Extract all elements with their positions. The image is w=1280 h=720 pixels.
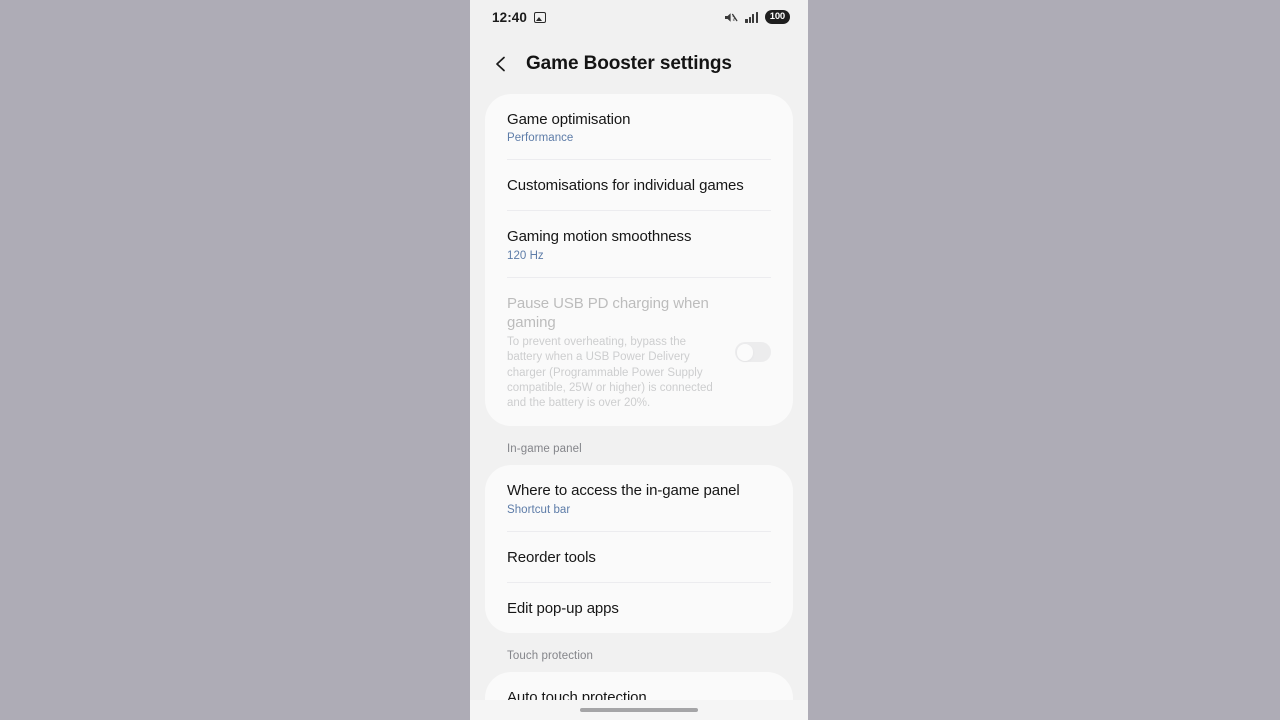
settings-card-in-game-panel: Where to access the in-game panel Shortc… xyxy=(485,465,793,633)
status-bar-left: 12:40 xyxy=(492,9,547,25)
toggle-knob xyxy=(736,344,754,361)
settings-row-where-to-access-panel[interactable]: Where to access the in-game panel Shortc… xyxy=(485,465,793,530)
row-subtitle: Performance xyxy=(507,132,574,145)
row-text: Edit pop-up apps xyxy=(507,599,771,618)
row-title: Where to access the in-game panel xyxy=(507,482,740,500)
home-indicator-area xyxy=(470,700,808,720)
page-title: Game Booster settings xyxy=(526,53,732,74)
row-text: Where to access the in-game panel Shortc… xyxy=(507,481,771,515)
photo-icon xyxy=(534,11,547,23)
status-bar-right: 100 xyxy=(724,10,790,24)
row-title: Pause USB PD charging when gaming xyxy=(507,294,709,331)
app-bar: Game Booster settings xyxy=(470,34,808,94)
row-description: To prevent overheating, bypass the batte… xyxy=(507,335,713,410)
row-title: Edit pop-up apps xyxy=(507,599,619,617)
volume-mute-icon xyxy=(724,11,738,24)
settings-list: Game optimisation Performance Customisat… xyxy=(470,94,808,720)
settings-row-pause-usb-pd-charging: Pause USB PD charging when gaming To pre… xyxy=(485,278,793,427)
row-subtitle: 120 Hz xyxy=(507,249,544,262)
status-bar: 12:40 100 xyxy=(470,0,808,34)
row-text: Gaming motion smoothness 120 Hz xyxy=(507,227,771,261)
status-time: 12:40 xyxy=(492,9,528,25)
row-title: Gaming motion smoothness xyxy=(507,228,692,246)
row-text: Reorder tools xyxy=(507,548,771,567)
home-indicator[interactable] xyxy=(580,708,698,712)
row-text: Game optimisation Performance xyxy=(507,110,771,144)
settings-row-gaming-motion-smoothness[interactable]: Gaming motion smoothness 120 Hz xyxy=(485,211,793,276)
section-header-in-game-panel: In-game panel xyxy=(507,443,582,456)
settings-card-general: Game optimisation Performance Customisat… xyxy=(485,94,793,427)
battery-level-badge: 100 xyxy=(764,10,790,24)
row-subtitle: Shortcut bar xyxy=(507,503,571,516)
row-title: Reorder tools xyxy=(507,548,596,566)
settings-row-reorder-tools[interactable]: Reorder tools xyxy=(485,532,793,582)
section-header-touch-protection: Touch protection xyxy=(507,649,593,662)
pause-usb-pd-charging-toggle xyxy=(735,342,771,363)
row-text: Customisations for individual games xyxy=(507,176,771,195)
settings-row-game-optimisation[interactable]: Game optimisation Performance xyxy=(485,94,793,159)
back-chevron-icon[interactable] xyxy=(490,53,512,75)
signal-bars-icon xyxy=(745,11,758,23)
settings-row-customisations[interactable]: Customisations for individual games xyxy=(485,160,793,210)
row-text: Pause USB PD charging when gaming To pre… xyxy=(507,294,721,412)
row-title: Game optimisation xyxy=(507,111,631,128)
settings-row-edit-popup-apps[interactable]: Edit pop-up apps xyxy=(485,583,793,633)
row-title: Customisations for individual games xyxy=(507,177,744,195)
phone-screen: 12:40 100 Game Booster settings Game opt… xyxy=(470,0,808,720)
